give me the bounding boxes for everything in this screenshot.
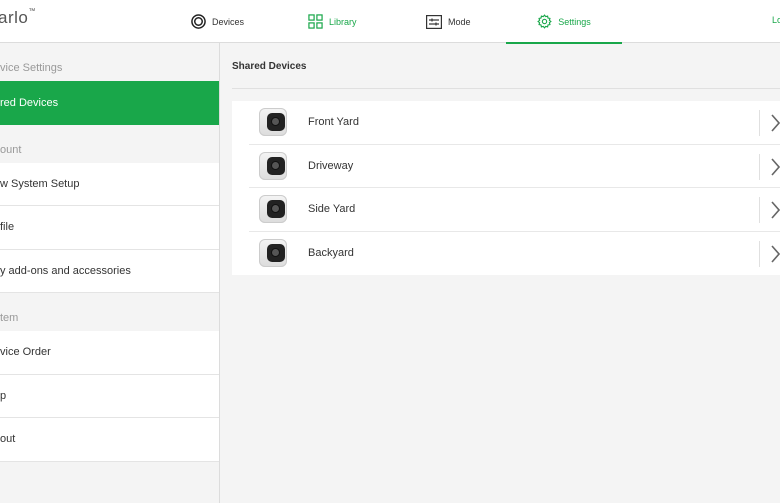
- device-row-driveway[interactable]: Driveway: [249, 145, 780, 188]
- devices-circle-icon: [191, 14, 206, 29]
- logout-link[interactable]: Lo: [772, 15, 780, 25]
- tab-mode-label: Mode: [448, 16, 471, 27]
- tab-library-label: Library: [329, 16, 357, 27]
- camera-icon: [259, 239, 287, 268]
- grid-icon: [308, 14, 323, 29]
- divider: [759, 153, 760, 180]
- camera-icon: [259, 195, 287, 224]
- camera-icon: [259, 108, 287, 137]
- chevron-right-icon[interactable]: [770, 201, 780, 224]
- sidebar-item-label: p: [0, 389, 7, 402]
- sliders-icon: [426, 14, 442, 29]
- chevron-right-icon[interactable]: [770, 114, 780, 137]
- camera-icon: [259, 151, 287, 180]
- sidebar-item-about[interactable]: out: [0, 418, 219, 462]
- tab-settings-label: Settings: [558, 16, 591, 27]
- sidebar-item-shared-devices[interactable]: red Devices: [0, 81, 219, 125]
- top-navigation-bar: arlo™ Devices Library Mode Settings Lo: [0, 0, 780, 44]
- sidebar-item-profile[interactable]: file: [0, 206, 219, 250]
- device-list: Front Yard Driveway Side Yard Backyard: [232, 101, 780, 275]
- device-row-front-yard[interactable]: Front Yard: [249, 101, 780, 145]
- sidebar-item-label: red Devices: [0, 96, 59, 109]
- sidebar-item-device-order[interactable]: vice Order: [0, 331, 219, 375]
- arlo-logo[interactable]: arlo™: [0, 8, 36, 28]
- page-title: Shared Devices: [232, 43, 780, 89]
- device-name: Backyard: [308, 247, 354, 260]
- sidebar-item-addons[interactable]: y add-ons and accessories: [0, 249, 219, 293]
- sidebar-item-label: file: [0, 221, 15, 234]
- tab-settings[interactable]: Settings: [506, 0, 622, 44]
- sidebar-item-help[interactable]: p: [0, 374, 219, 418]
- gear-icon: [537, 14, 553, 29]
- settings-sidebar: vice Settings red Devices ount w System …: [0, 43, 220, 503]
- divider: [759, 240, 760, 267]
- device-row-backyard[interactable]: Backyard: [249, 232, 780, 276]
- device-name: Side Yard: [308, 203, 356, 216]
- main-content: Shared Devices Front Yard Driveway Side …: [232, 43, 780, 275]
- divider: [759, 110, 760, 136]
- device-name: Driveway: [308, 159, 354, 172]
- chevron-right-icon[interactable]: [770, 244, 780, 268]
- device-name: Front Yard: [308, 116, 359, 129]
- section-header-account: ount: [0, 143, 22, 156]
- sidebar-item-label: y add-ons and accessories: [0, 264, 131, 277]
- chevron-right-icon[interactable]: [770, 157, 780, 181]
- sidebar-item-new-system-setup[interactable]: w System Setup: [0, 162, 219, 206]
- tab-library[interactable]: Library: [308, 0, 357, 43]
- logo-text: arlo: [0, 8, 29, 27]
- divider: [759, 197, 760, 223]
- device-row-side-yard[interactable]: Side Yard: [249, 188, 780, 232]
- sidebar-item-label: out: [0, 433, 16, 446]
- section-header-device-settings: vice Settings: [0, 62, 63, 74]
- sidebar-item-label: w System Setup: [0, 177, 80, 190]
- section-header-system: tem: [0, 312, 19, 324]
- tab-mode[interactable]: Mode: [426, 0, 471, 43]
- tab-devices-label: Devices: [212, 16, 245, 27]
- tab-devices[interactable]: Devices: [191, 0, 244, 43]
- sidebar-item-label: vice Order: [0, 346, 51, 359]
